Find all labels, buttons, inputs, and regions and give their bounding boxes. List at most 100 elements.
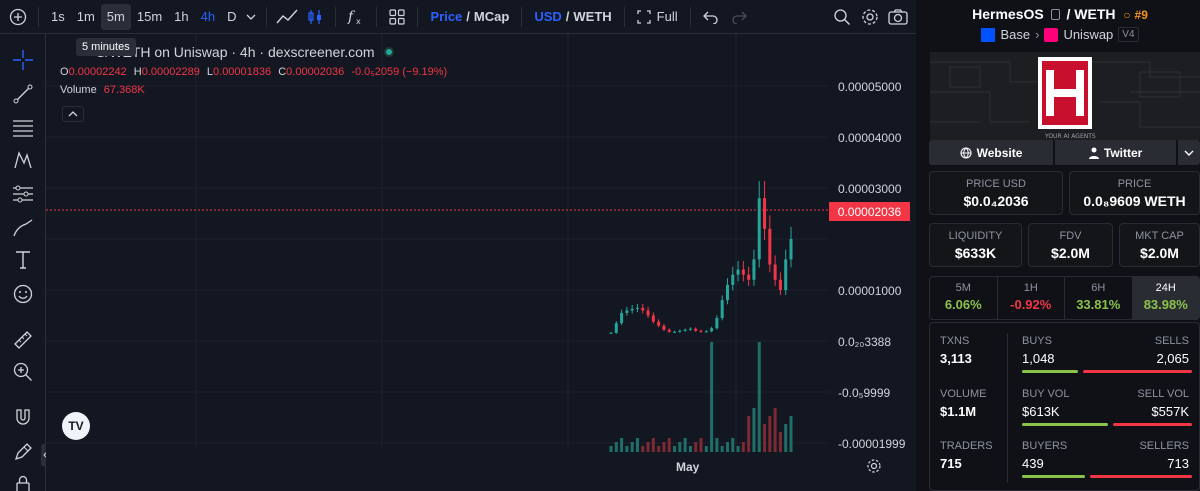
interval-1m[interactable]: 1m	[71, 4, 101, 30]
interval-1h[interactable]: 1h	[168, 4, 194, 30]
volume-bar	[731, 438, 735, 452]
website-label: Website	[976, 145, 1023, 160]
quote-token: WETH	[1074, 6, 1116, 22]
candle-body	[641, 307, 645, 311]
volume-label: VOLUME	[940, 388, 987, 400]
chart-settings-icon[interactable]	[866, 458, 882, 479]
candle-body	[757, 198, 761, 260]
chain-name[interactable]: Base	[1000, 27, 1030, 42]
sellers-value: 713	[1167, 456, 1189, 471]
brush-icon[interactable]	[9, 214, 37, 242]
full-button[interactable]: Full	[631, 4, 684, 30]
candles-icon[interactable]	[301, 4, 329, 30]
tradingview-logo[interactable]: TV	[62, 412, 90, 440]
zoom-in-icon[interactable]	[9, 358, 37, 386]
add-symbol-icon[interactable]	[4, 4, 32, 30]
svg-text:f: f	[347, 9, 356, 25]
pattern-icon[interactable]	[9, 146, 37, 174]
indicators-icon[interactable]: fx	[342, 4, 370, 30]
chevron-up-icon	[68, 111, 78, 117]
candle-body	[635, 307, 639, 309]
twitter-button[interactable]: Twitter	[1055, 140, 1177, 165]
sellers-label: SELLERS	[1139, 440, 1189, 452]
top-toolbar: 1s 1m 5m 15m 1h 4h D fx Price / MCap USD…	[0, 0, 916, 34]
dex-name[interactable]: Uniswap	[1063, 27, 1113, 42]
collapse-legend-button[interactable]	[62, 106, 84, 122]
copy-icon[interactable]	[1050, 9, 1060, 20]
emoji-icon[interactable]	[9, 280, 37, 308]
interval-1s[interactable]: 1s	[45, 4, 71, 30]
y-tick: 0.00001000	[838, 284, 902, 298]
candle-body	[725, 284, 729, 301]
tab-1h[interactable]: 1H -0.92%	[998, 277, 1065, 319]
prediction-icon[interactable]	[9, 180, 37, 208]
candle-body	[704, 331, 708, 333]
layouts-icon[interactable]	[383, 4, 411, 30]
volume-bar	[720, 446, 724, 452]
fullscreen-icon	[637, 9, 651, 24]
line-chart-icon[interactable]	[273, 4, 301, 30]
stay-in-drawing-icon[interactable]	[9, 438, 37, 466]
volume-bar	[725, 442, 729, 452]
price-option[interactable]: Price	[430, 9, 462, 24]
token-banner: YOUR AI AGENTS	[930, 52, 1200, 140]
text-tool-icon[interactable]	[9, 246, 37, 274]
interval-5m[interactable]: 5m	[100, 3, 131, 30]
candle-body	[614, 323, 618, 333]
candle-body	[715, 318, 719, 329]
volume-bar	[736, 446, 740, 452]
trend-line-icon[interactable]	[9, 80, 37, 108]
volume-bars	[609, 342, 793, 452]
redo-icon[interactable]	[725, 4, 753, 30]
magnet-icon[interactable]	[9, 404, 37, 432]
chevron-right-icon: ›	[1035, 27, 1040, 42]
settings-icon[interactable]	[856, 4, 884, 30]
tab-label: 6H	[1091, 282, 1106, 294]
user-icon	[1088, 147, 1099, 159]
volume-bar	[688, 446, 692, 452]
interval-15m[interactable]: 15m	[131, 4, 168, 30]
search-zoom-icon[interactable]	[828, 4, 856, 30]
fdv-label: FDV	[1059, 230, 1082, 242]
candle-body	[646, 310, 650, 316]
more-links-button[interactable]	[1178, 140, 1200, 165]
weth-option[interactable]: WETH	[573, 9, 611, 24]
horizontal-lines-icon[interactable]	[9, 114, 37, 142]
candle-body	[620, 312, 624, 324]
price-chart[interactable]	[46, 34, 916, 491]
tab-label: 1H	[1023, 282, 1038, 294]
volume-bar	[699, 438, 703, 452]
interval-d[interactable]: D	[221, 4, 242, 30]
divider	[623, 6, 625, 27]
camera-icon[interactable]	[884, 4, 912, 30]
website-button[interactable]: Website	[929, 140, 1054, 165]
lock-icon[interactable]	[9, 470, 37, 491]
interval-4h[interactable]: 4h	[195, 4, 221, 30]
chart-area[interactable]: S/WETH on Uniswap · 4h · dexscreener.com…	[46, 34, 916, 491]
tab-24h[interactable]: 24H 83.98%	[1132, 277, 1199, 319]
chevron-down-icon[interactable]	[242, 4, 260, 30]
app-root: 1s 1m 5m 15m 1h 4h D fx Price / MCap USD…	[0, 0, 1200, 491]
pair-title-text: S/WETH on Uniswap · 4h · dexscreener.com	[96, 44, 375, 60]
usd-option[interactable]: USD	[534, 9, 561, 24]
ruler-icon[interactable]	[9, 326, 37, 354]
undo-icon[interactable]	[697, 4, 725, 30]
buyers-value: 439	[1022, 456, 1044, 471]
volume-label: Volume	[60, 84, 97, 96]
crosshair-icon[interactable]	[9, 46, 37, 74]
divider	[335, 6, 337, 27]
mcap-option[interactable]: MCap	[474, 9, 509, 24]
trending-rank: #9	[1134, 8, 1148, 22]
currency-toggle[interactable]: USD / WETH	[528, 4, 617, 30]
banner-tagline: YOUR AI AGENTS	[1044, 133, 1096, 140]
timeframe-tabs: 5M 6.06% 1H -0.92% 6H 33.81% 24H 83.98%	[929, 276, 1200, 320]
candle-body	[741, 269, 745, 275]
candle-body	[784, 259, 788, 290]
tab-5m[interactable]: 5M 6.06%	[930, 277, 998, 319]
volume-bar	[694, 442, 698, 452]
price-mcap-toggle[interactable]: Price / MCap	[424, 4, 515, 30]
x-axis-label: May	[676, 460, 700, 474]
tab-6h[interactable]: 6H 33.81%	[1065, 277, 1133, 319]
token-info-panel: HermesOS / WETH ○ #9 Base › Uniswap V4 Y…	[920, 0, 1200, 491]
candle-body	[736, 269, 740, 275]
